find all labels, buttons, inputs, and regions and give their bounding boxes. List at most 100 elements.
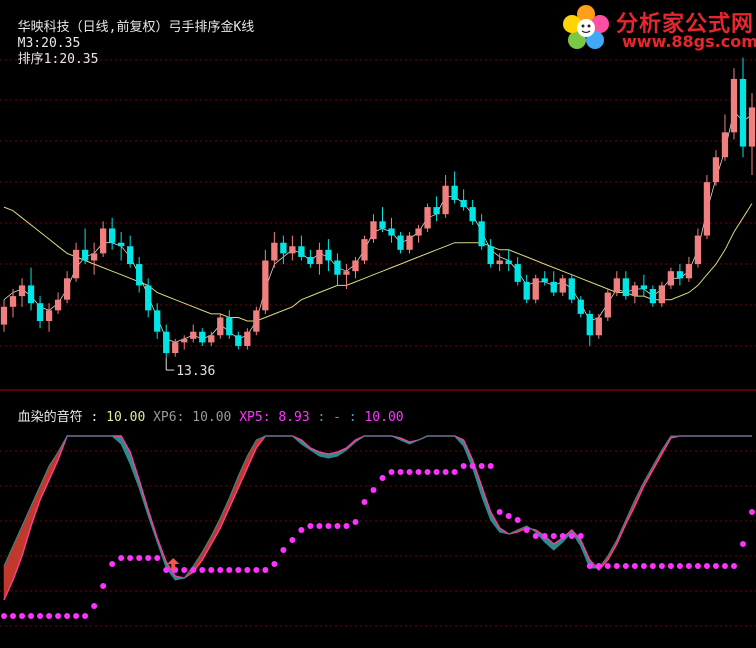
m3-value: 20.35 [41,36,81,51]
candle [235,331,242,350]
xp5-dot [460,463,467,469]
candle-body [81,249,89,261]
xp5-dot [208,567,215,573]
xp5-value: 8.93 [278,410,310,425]
xp5-dot [325,523,332,529]
oscillator-group [3,434,752,601]
xp5-dot [469,463,476,469]
oscillator-grid [0,450,756,627]
xp5-dot [145,555,152,561]
candle-body [154,310,161,332]
xp5-dot [28,613,35,619]
candle [81,228,89,265]
candle-body [415,228,422,236]
candle [496,253,503,272]
candle-body [379,221,386,229]
candle [199,328,206,346]
candle [72,242,80,282]
candle-body [208,335,215,343]
xp5-dot [280,547,287,553]
candle-body [694,235,702,265]
xp5-dot [262,567,269,573]
last-label: : - : [317,410,357,425]
indicator-name: 弓手排序金K线 [168,20,255,35]
candle-body [649,288,657,304]
candle [316,242,323,275]
candle [424,203,431,233]
flower-logo-icon [563,5,609,49]
candle-body [307,256,314,265]
stock-title: 华映科技（日线,前复权） [17,20,169,35]
candle [658,281,666,307]
candle [541,271,548,286]
candle [685,256,693,282]
candle [532,274,539,304]
candle-body [181,338,188,343]
candle-body [658,285,666,304]
xp5-dot [55,613,62,619]
xp5-dot [640,563,647,569]
candle-body [370,221,377,240]
xp5-dot [307,523,314,529]
candle [9,288,17,318]
candle-body [145,285,152,311]
xp5-dot [235,567,242,573]
logo-url: www.88gs.com [622,32,756,51]
candle [226,310,233,339]
xp5-dot [370,487,377,493]
candle-body [703,182,711,236]
candle [0,299,8,332]
xp5-dot [181,567,188,573]
xp5-dot [244,567,251,573]
candle-body [514,264,521,282]
m3-label: M3: [17,36,42,51]
candle [433,196,440,222]
candle [721,114,729,161]
oscillator-line [3,435,752,581]
candle [99,221,107,257]
xp5-dot [676,563,683,569]
candle [27,267,35,311]
rank-value: 20.35 [59,52,99,67]
candle [154,303,161,339]
xp5-dot [730,563,737,569]
ma-line [3,203,753,322]
candle [730,68,738,140]
candle-body [217,317,224,336]
last-value: 10.00 [364,410,404,425]
candle-body [541,278,548,282]
candle-body [108,228,116,243]
xp5-dot [415,469,422,475]
candle [451,171,458,204]
xp5-dot [505,513,512,519]
xp5-dot [334,523,341,529]
xp5-dot [136,555,143,561]
candle-body [334,260,341,275]
main-chart-grid [0,59,756,347]
candle [505,249,512,272]
xp5-dot [649,563,656,569]
xp5-dot [289,537,296,543]
candle-body [262,260,269,311]
xp5-dot [523,527,530,533]
xp5-dot [613,563,620,569]
candle-body [451,185,458,200]
xp5-dot [154,555,161,561]
candle [325,239,332,272]
candle-body [0,306,8,325]
xp5-dot [604,563,611,569]
xp5-dot [559,533,566,539]
xp5-dot [703,563,710,569]
candle [208,331,215,346]
candle-body [343,271,350,275]
candle-body [505,260,512,265]
xp5-dot [658,563,665,569]
xp5-dot [478,463,485,469]
xp5-dot [118,555,125,561]
candle [370,214,377,243]
candle [640,274,648,297]
candle-body [487,246,494,265]
low-price-label: 13.36 [176,364,215,379]
xp5-dot [749,509,755,515]
candle-body [388,228,395,236]
